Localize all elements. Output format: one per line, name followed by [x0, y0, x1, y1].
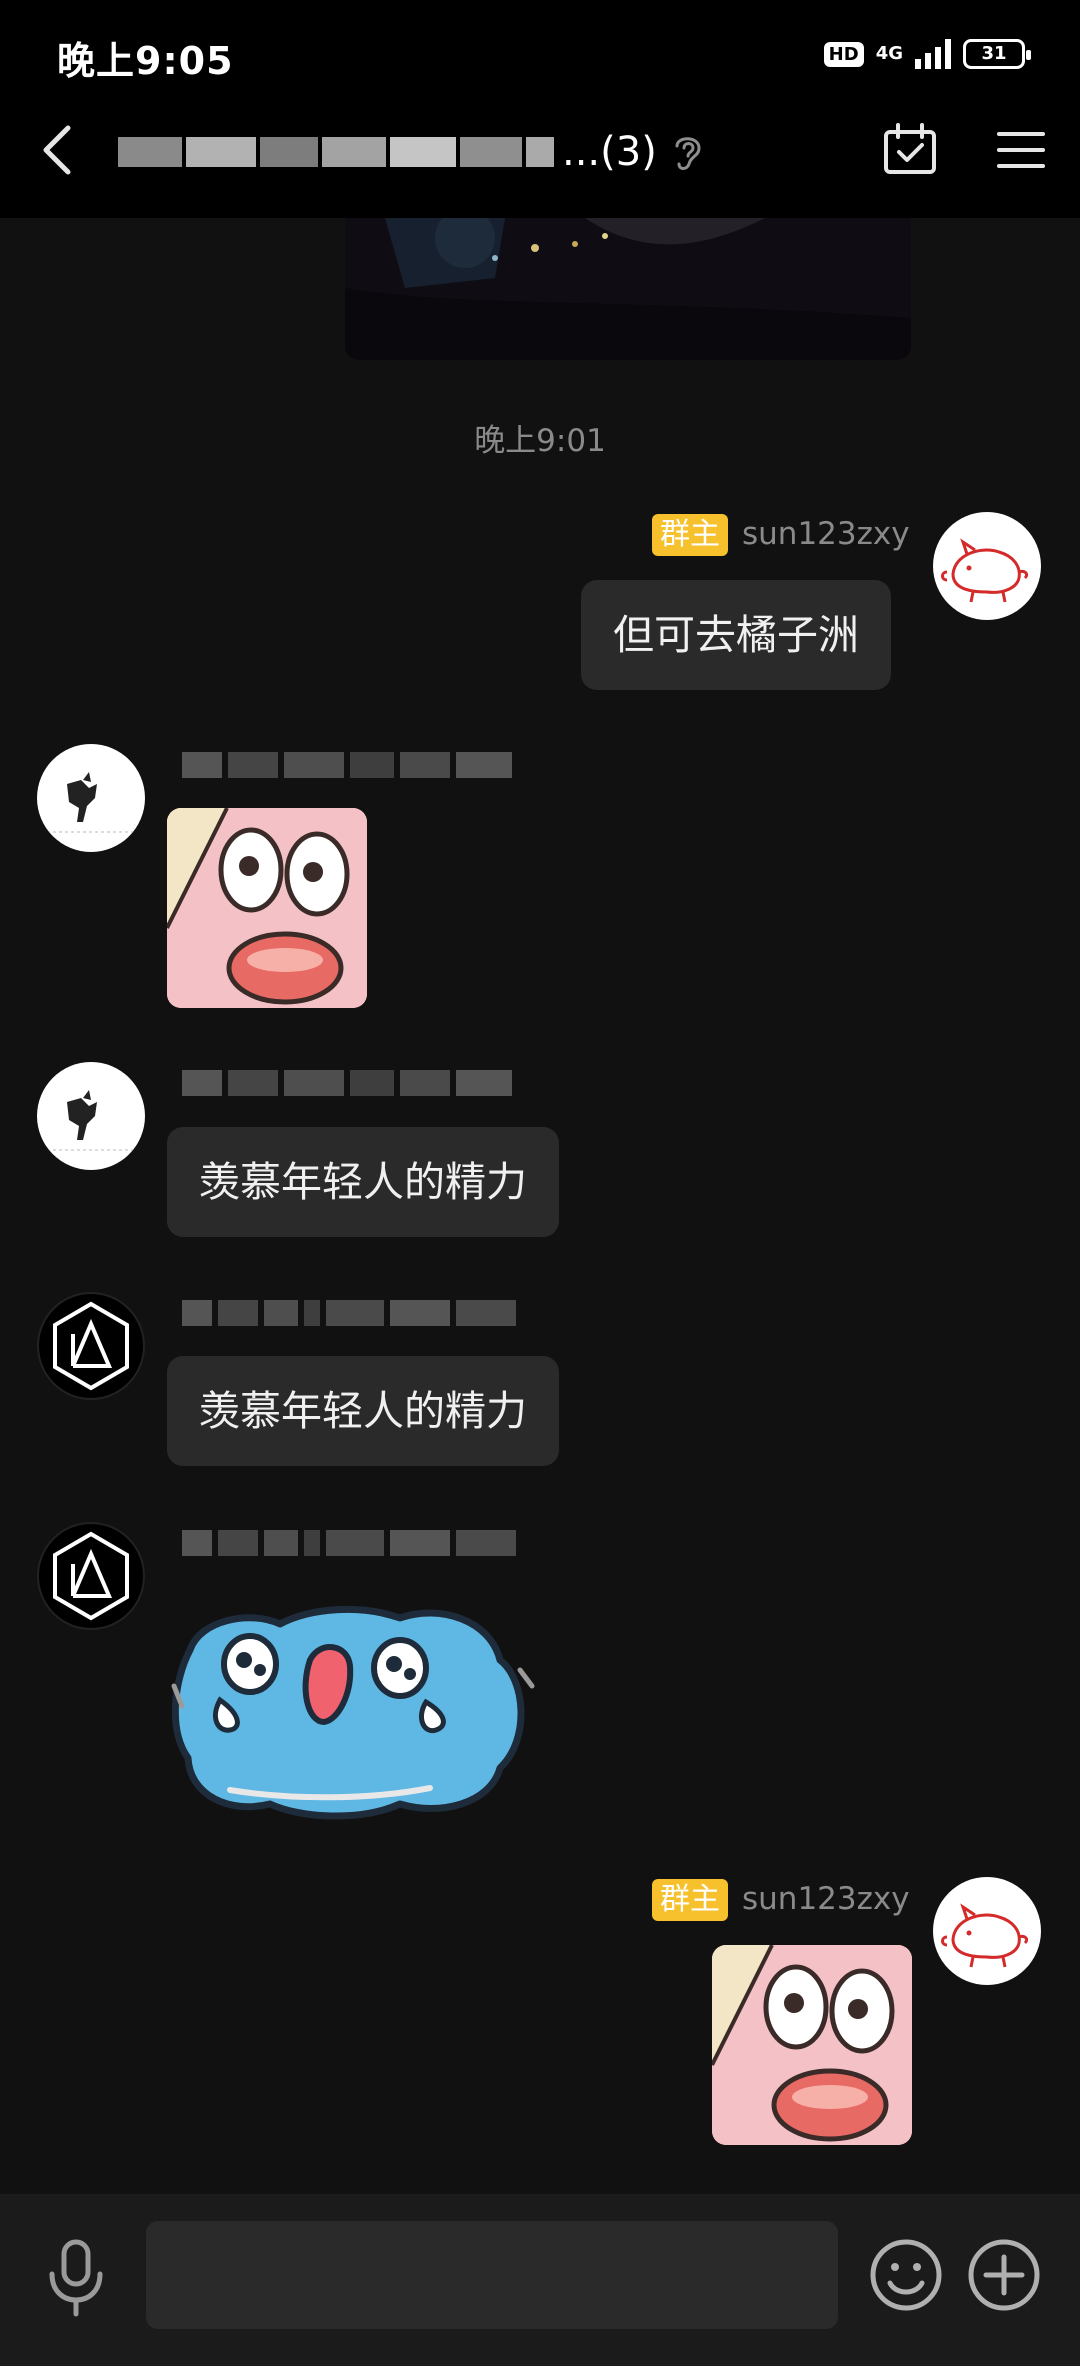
sticker-patrick-shocked[interactable]	[712, 1945, 912, 2145]
signal-icon	[915, 39, 951, 69]
chat-title[interactable]: ...(3)	[118, 122, 705, 182]
blue-blob-crying-sticker	[171, 1605, 535, 1820]
status-icons: HD 4G 31	[823, 34, 1031, 74]
avatar[interactable]	[37, 1292, 145, 1400]
title-blur	[322, 137, 386, 167]
message-bubble[interactable]: 但可去橘子洲	[581, 580, 891, 690]
hexagon-logo-avatar-icon	[53, 1301, 129, 1391]
calendar-check-icon[interactable]	[880, 120, 940, 180]
member-count: ...(3)	[562, 129, 657, 175]
title-blur	[526, 137, 554, 167]
menu-icon[interactable]	[995, 128, 1047, 172]
title-blur	[390, 137, 456, 167]
owner-badge: 群主	[652, 1879, 728, 1921]
sender-name-blurred	[182, 1298, 516, 1328]
title-blur	[460, 137, 522, 167]
avatar[interactable]	[37, 744, 145, 852]
sticker-blue-blob-crying[interactable]	[170, 1590, 540, 1830]
owner-badge: 群主	[652, 514, 728, 556]
patrick-shocked-sticker	[167, 808, 367, 1008]
network-label: 4G	[875, 43, 903, 64]
sender-name-blurred	[182, 1528, 516, 1558]
avatar[interactable]	[933, 1877, 1041, 1985]
sender-name-blurred	[182, 1068, 512, 1098]
message-bubble[interactable]: 羡慕年轻人的精力	[167, 1356, 559, 1466]
title-blur	[186, 137, 256, 167]
message-bubble[interactable]: 羡慕年轻人的精力	[167, 1127, 559, 1237]
battery-icon: 31	[963, 39, 1031, 69]
pig-avatar-icon	[941, 1903, 1029, 1968]
bird-avatar-icon	[47, 1090, 135, 1151]
avatar[interactable]	[933, 512, 1041, 620]
night-scene-image	[345, 218, 911, 360]
sticker-patrick-shocked[interactable]	[167, 808, 367, 1008]
shared-photo[interactable]	[345, 218, 911, 360]
status-time: 晚上9:05	[57, 39, 234, 83]
hd-badge: HD	[823, 41, 864, 67]
top-bar: 晚上9:05 HD 4G 31 ...(3)	[0, 0, 1080, 218]
microphone-icon[interactable]	[44, 2238, 108, 2318]
emoji-icon[interactable]	[868, 2237, 944, 2313]
hexagon-logo-avatar-icon	[53, 1531, 129, 1621]
avatar[interactable]	[37, 1062, 145, 1170]
title-blur	[118, 137, 182, 167]
patrick-shocked-sticker	[712, 1945, 912, 2145]
add-icon[interactable]	[966, 2237, 1042, 2313]
avatar[interactable]	[37, 1522, 145, 1630]
sender-name-blurred	[182, 750, 512, 780]
sender-name[interactable]: sun123zxy	[742, 516, 910, 552]
message-timestamp: 晚上9:01	[474, 423, 606, 459]
sender-name[interactable]: sun123zxy	[742, 1881, 910, 1917]
back-icon[interactable]	[36, 122, 80, 178]
title-blur	[260, 137, 318, 167]
message-input[interactable]	[146, 2221, 838, 2329]
pig-avatar-icon	[941, 538, 1029, 603]
bird-avatar-icon	[47, 772, 135, 833]
ear-icon[interactable]	[671, 130, 705, 174]
